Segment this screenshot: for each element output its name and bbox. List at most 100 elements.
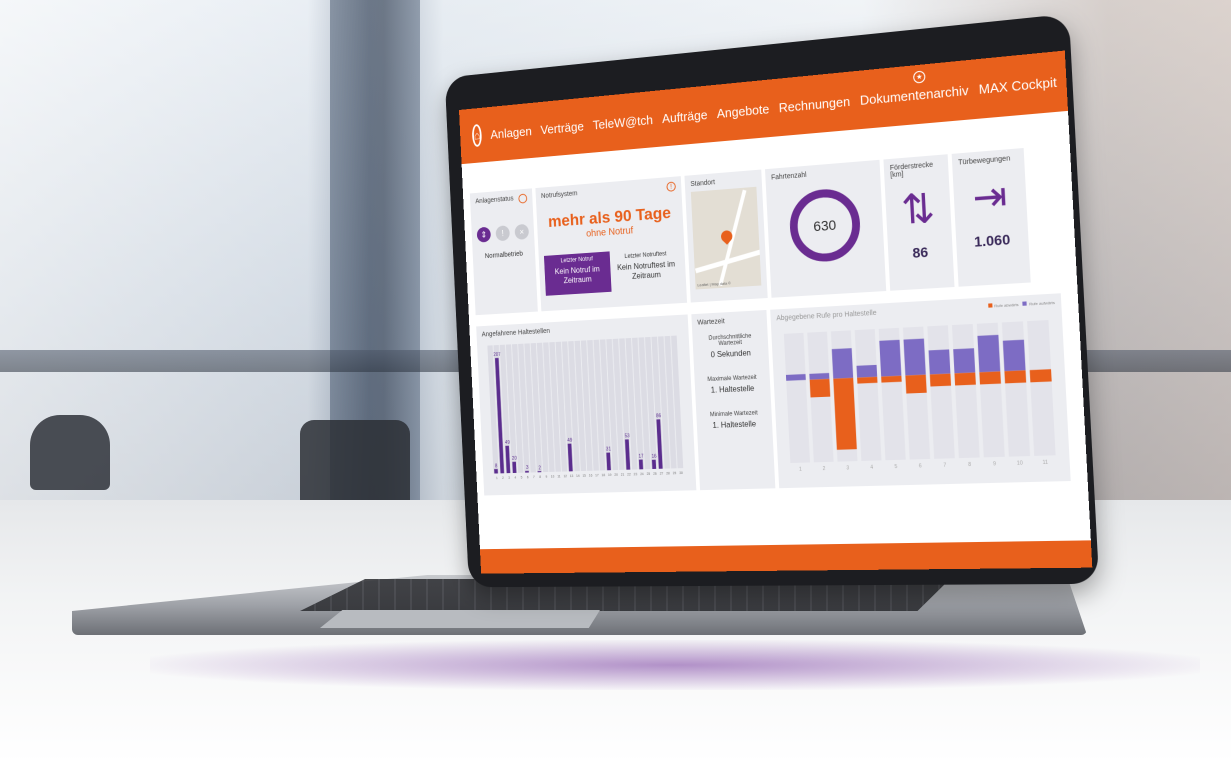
tuerbewegungen-card: Türbewegungen ⇥ 1.060 — [951, 147, 1031, 287]
tick-label: 29 — [673, 471, 677, 475]
anlagenstatus-card: Anlagenstatus ⇕ ! × Normalbetrieb — [469, 188, 538, 316]
nav-item-dokumentenarchiv[interactable]: Dokumentenarchiv — [860, 82, 969, 107]
tick-label: 21 — [621, 473, 625, 477]
tick-label: 28 — [666, 471, 670, 475]
tick-label: 2 — [502, 476, 504, 480]
nav-item-anlagen[interactable]: Anlagen — [490, 123, 532, 141]
info-icon[interactable]: ! — [666, 181, 676, 192]
data-label: 17 — [638, 453, 644, 459]
avg-wait-label: Durchschnittliche Wartezeit — [708, 333, 752, 348]
location-map[interactable]: Leaflet | Map data © — [690, 186, 762, 290]
bar-down — [1004, 370, 1027, 384]
bar-up — [831, 348, 854, 379]
nav-item-vertraege[interactable]: Verträge — [540, 118, 584, 136]
bar-background — [1027, 320, 1056, 456]
data-label: 86 — [656, 413, 662, 419]
data-label: 49 — [567, 438, 573, 444]
last-test-box: Letzter Notruftest Kein Notruftest im Ze… — [611, 246, 681, 292]
bar — [651, 459, 657, 469]
desk-shadow — [150, 640, 1200, 690]
data-label: 31 — [606, 447, 612, 453]
status-text: Normalbetrieb — [484, 250, 523, 261]
star-icon[interactable]: ★ — [912, 70, 926, 84]
wartezeit-card: Wartezeit Durchschnittliche Wartezeit 0 … — [691, 309, 776, 491]
max-wait-label: Maximale Wartezeit — [707, 374, 757, 383]
tick-label: 16 — [589, 473, 593, 477]
bar-down — [905, 374, 927, 394]
tick-label: 14 — [576, 474, 580, 478]
kpi-row: Anlagenstatus ⇕ ! × Normalbetrieb Notruf… — [469, 145, 1069, 316]
tick-label: 2 — [823, 466, 826, 472]
tick-label: 7 — [533, 475, 535, 479]
bar-up — [977, 334, 1001, 373]
data-label: 20 — [512, 456, 517, 462]
dashboard: Anlagenstatus ⇕ ! × Normalbetrieb Notruf… — [461, 110, 1090, 530]
tick-label: 3 — [508, 476, 510, 480]
tick-label: 20 — [614, 473, 618, 477]
last-test-value: Kein Notruftest im Zeitraum — [616, 259, 676, 281]
refresh-icon[interactable] — [518, 193, 528, 204]
tick-label: 9 — [545, 475, 547, 479]
bar — [512, 461, 517, 474]
last-call-value: Kein Notruf im Zeitraum — [554, 264, 600, 285]
tick-label: 17 — [595, 473, 599, 477]
tick-label: 30 — [679, 471, 683, 475]
bar-up — [928, 349, 951, 375]
nav-item-auftraege[interactable]: Aufträge — [662, 107, 708, 126]
foerderstrecke-card: Förderstrecke [km] ⇅ 86 — [883, 154, 955, 291]
rufe-chart: 1 2 3 4 5 6 7 8 9 10 11 — [783, 320, 1056, 473]
bar-up — [785, 374, 806, 381]
nav-item-angebote[interactable]: Angebote — [716, 101, 769, 121]
bar-down — [954, 372, 976, 386]
exclamation-icon: ! — [495, 225, 510, 242]
min-wait: Minimale Wartezeit 1. Haltestelle — [702, 410, 767, 430]
avg-wait: Durchschnittliche Wartezeit 0 Sekunden — [698, 333, 763, 360]
last-call-box: Letzter Notruf Kein Notruf im Zeitraum — [543, 251, 612, 296]
tick-label: 12 — [563, 474, 567, 478]
tick-label: 27 — [660, 471, 664, 475]
fahrten-ring: 630 — [772, 181, 879, 268]
card-title: Wartezeit — [697, 318, 725, 327]
bar-down — [979, 371, 1001, 385]
foerderstrecke-value: 86 — [912, 243, 929, 261]
bar-down — [809, 378, 831, 398]
notruf-boxes: Letzter Notruf Kein Notruf im Zeitraum L… — [543, 246, 681, 296]
chevron-updown-icon: ⇕ — [476, 226, 492, 243]
laptop-trackpad[interactable] — [320, 610, 600, 628]
background-chair — [30, 415, 110, 490]
tick-label: 4 — [514, 476, 516, 480]
data-label: 49 — [505, 440, 510, 446]
tick-label: 6 — [527, 475, 529, 479]
tick-label: 25 — [647, 472, 651, 476]
tick-label: 15 — [582, 474, 586, 478]
haltestellen-card: Angefahrene Haltestellen 8 1 207 2 49 3 20 4 5 3 6… — [476, 314, 697, 496]
bar-up — [903, 338, 926, 376]
map-credit: Leaflet | Map data © — [697, 280, 732, 288]
nav-item-max-cockpit[interactable]: MAX Cockpit — [978, 74, 1057, 97]
bar-up — [1002, 339, 1026, 372]
close-icon: × — [514, 223, 530, 240]
max-wait-value: 1. Haltestelle — [710, 383, 755, 395]
home-icon[interactable]: ⌂ — [471, 123, 483, 148]
bar — [525, 470, 529, 473]
bar-down — [881, 375, 902, 383]
tick-label: 23 — [634, 472, 638, 476]
min-wait-label: Minimale Wartezeit — [709, 410, 758, 419]
standort-card: Standort Leaflet | Map data © — [684, 169, 768, 303]
bar-up — [879, 339, 902, 377]
card-title: Fahrtenzahl — [771, 171, 807, 182]
tick-label: 10 — [1017, 460, 1023, 467]
bar-background — [783, 332, 810, 464]
bar-down — [857, 376, 878, 384]
min-wait-value: 1. Haltestelle — [712, 419, 757, 430]
fahrtenzahl-card: Fahrtenzahl 630 — [765, 159, 887, 298]
tick-label: 4 — [870, 464, 873, 470]
nav-item-telewatch[interactable]: TeleW@tch — [592, 112, 653, 132]
tick-label: 5 — [894, 464, 897, 470]
data-label: 53 — [624, 433, 630, 439]
nav-item-rechnungen[interactable]: Rechnungen — [778, 93, 850, 115]
notrufsystem-card: Notrufsystem ! mehr als 90 Tage ohne Not… — [535, 176, 688, 312]
tick-label: 22 — [627, 472, 631, 476]
tick-label: 9 — [993, 461, 997, 468]
bar — [494, 468, 498, 474]
